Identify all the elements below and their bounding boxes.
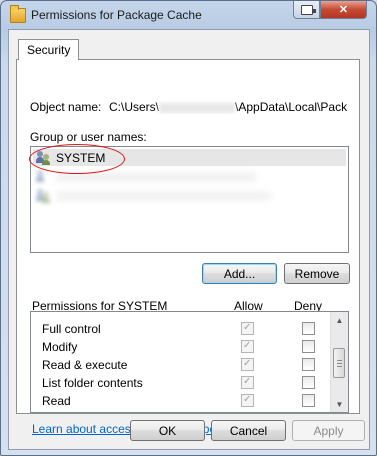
permission-name: Read & execute <box>42 358 128 372</box>
help-button[interactable] <box>293 1 320 19</box>
check-icon: ✓ <box>243 322 252 333</box>
permission-row: Full control ✓ <box>31 320 331 338</box>
list-item-redacted-group[interactable] <box>33 187 271 204</box>
check-icon: ✓ <box>243 358 252 369</box>
cancel-button[interactable]: Cancel <box>211 420 286 441</box>
deny-checkbox[interactable] <box>302 376 315 389</box>
permission-name: Full control <box>42 322 101 336</box>
check-icon: ✓ <box>243 376 252 387</box>
allow-checkbox[interactable]: ✓ <box>241 340 254 353</box>
ok-button[interactable]: OK <box>130 420 205 441</box>
object-path: C:\Users\ \AppData\Local\Pack <box>109 100 360 114</box>
deny-checkbox[interactable] <box>302 412 315 413</box>
help-icon <box>300 4 316 15</box>
list-item-redacted-user[interactable] <box>33 168 256 185</box>
allow-checkbox[interactable]: ✓ <box>241 376 254 389</box>
list-item-system[interactable]: SYSTEM <box>33 149 346 166</box>
object-name-label: Object name: <box>30 100 102 114</box>
redacted-text <box>56 171 256 182</box>
apply-button[interactable]: Apply <box>292 420 365 441</box>
window-title: Permissions for Package Cache <box>31 8 202 22</box>
check-icon: ✓ <box>243 340 252 351</box>
permission-row-partial <box>31 410 331 413</box>
redacted-text <box>56 190 271 201</box>
group-user-list[interactable]: SYSTEM <box>30 146 349 253</box>
permission-row: Modify ✓ <box>31 338 331 356</box>
group-names-label: Group or user names: <box>30 130 147 144</box>
allow-checkbox[interactable]: ✓ <box>241 394 254 407</box>
security-tab-panel: Object name: C:\Users\ \AppData\Local\Pac… <box>16 59 360 436</box>
list-item-label: SYSTEM <box>56 150 106 165</box>
scroll-up-arrow-icon[interactable]: ▲ <box>331 312 348 328</box>
deny-checkbox[interactable] <box>302 394 315 407</box>
permission-row: Read ✓ <box>31 392 331 410</box>
close-button[interactable]: ✕ <box>320 1 367 19</box>
permission-name: Read <box>42 394 71 408</box>
object-path-suffix: \AppData\Local\Pack <box>235 100 348 114</box>
scroll-down-arrow-icon[interactable]: ▼ <box>331 396 348 412</box>
deny-checkbox[interactable] <box>302 322 315 335</box>
redacted-username <box>159 102 236 113</box>
folder-icon <box>10 5 26 23</box>
deny-checkbox[interactable] <box>302 340 315 353</box>
remove-button[interactable]: Remove <box>284 263 350 284</box>
allow-checkbox[interactable]: ✓ <box>241 322 254 335</box>
permission-name: List folder contents <box>42 376 143 390</box>
dialog-client-area: Security Object name: C:\Users\ \AppData\… <box>8 29 370 450</box>
users-icon <box>36 150 52 165</box>
vertical-scrollbar[interactable]: ▲ ▼ <box>330 312 348 412</box>
permissions-list[interactable]: Full control ✓ Modify ✓ Read & execute ✓ List … <box>30 311 349 413</box>
check-icon: ✓ <box>243 394 252 405</box>
permission-name: Modify <box>42 340 78 354</box>
allow-checkbox[interactable] <box>241 412 254 413</box>
close-icon: ✕ <box>338 4 349 16</box>
permission-row: List folder contents ✓ <box>31 374 331 392</box>
object-path-prefix: C:\Users\ <box>109 100 160 114</box>
user-icon <box>36 169 52 184</box>
deny-checkbox[interactable] <box>302 358 315 371</box>
add-button[interactable]: Add... <box>202 263 277 284</box>
scrollbar-thumb[interactable] <box>333 348 345 378</box>
permissions-dialog: Permissions for Package Cache ✕ Security… <box>0 0 377 456</box>
title-bar[interactable]: Permissions for Package Cache ✕ <box>1 1 376 29</box>
allow-checkbox[interactable]: ✓ <box>241 358 254 371</box>
users-icon <box>36 188 52 203</box>
permission-row: Read & execute ✓ <box>31 356 331 374</box>
tab-security[interactable]: Security <box>18 39 80 60</box>
